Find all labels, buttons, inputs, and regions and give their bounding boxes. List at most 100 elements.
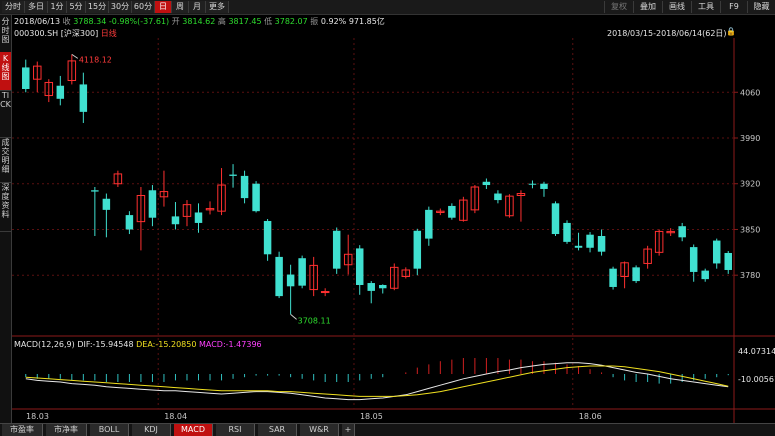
- candle-body: [125, 215, 134, 230]
- x-tick-label: 18.05: [360, 412, 383, 421]
- symbol-code: 000300.SH: [14, 29, 59, 38]
- max-marker: [71, 53, 79, 59]
- toolbar-button[interactable]: 复权: [604, 1, 633, 13]
- amp-label: 振: [310, 17, 319, 26]
- left-view-tabs: 分时图 K线图 TICK 成交明细 深度资料: [0, 15, 12, 423]
- candle-body: [332, 230, 341, 269]
- candle-body: [252, 183, 260, 212]
- y-tick-label: 3780: [740, 271, 760, 280]
- candle-body: [632, 267, 640, 282]
- candlestick-chart: 4060 3990 3920 3850 3780 18.03 18.04 18.05 18.06…: [12, 38, 775, 423]
- candle-body: [724, 252, 732, 270]
- indicator-tab[interactable]: KDJ: [132, 424, 171, 436]
- candle-body: [448, 205, 456, 218]
- period-button[interactable]: 15分: [86, 1, 109, 13]
- candle-body: [367, 283, 375, 291]
- period-button[interactable]: 分时: [2, 1, 25, 13]
- period-button[interactable]: 1分: [48, 1, 67, 13]
- macd-value: MACD:-1.47396: [198, 340, 262, 349]
- x-tick-label: 18.04: [164, 412, 187, 421]
- left-tab[interactable]: 分时图: [0, 15, 11, 54]
- quote-date: 2018/06/13: [14, 17, 61, 26]
- indicator-tab[interactable]: 市净率: [46, 424, 87, 436]
- candle-body: [609, 268, 617, 287]
- min-marker: [290, 314, 297, 320]
- indicator-tabs: 市盈率 市净率 BOLL KDJ MACD RSI SAR W&R +: [0, 423, 775, 436]
- max-price-label: 4118.12: [79, 55, 112, 64]
- candle-body: [102, 198, 111, 210]
- candle-body: [79, 84, 88, 112]
- left-tab[interactable]: TICK: [0, 89, 11, 138]
- indicator-tab[interactable]: MACD: [174, 424, 213, 436]
- indicator-tab[interactable]: RSI: [216, 424, 255, 436]
- candle-body: [275, 256, 283, 297]
- dif-line: [25, 362, 729, 401]
- indicator-tab[interactable]: BOLL: [90, 424, 129, 436]
- period-toolbar: 分时 多日 1分 5分 15分 30分 60分日周月更多 复权 叠加 画线 工具 F9 隐藏: [0, 0, 775, 15]
- left-tab[interactable]: K线图: [0, 52, 11, 91]
- macd-legend: MACD(12,26,9) DIF:-15.94548 DEA:-15.2085…: [14, 340, 262, 349]
- macd-axis-mid: -10.00561: [738, 375, 775, 384]
- candle-body: [551, 203, 560, 235]
- candle-body: [413, 230, 422, 269]
- x-tick-label: 18.03: [26, 412, 49, 421]
- period-button[interactable]: 60分: [132, 1, 155, 13]
- symbol-name: [沪深300]: [60, 29, 99, 38]
- period-button[interactable]: 更多: [206, 1, 229, 13]
- candle-body: [689, 247, 698, 272]
- y-tick-label: 3990: [740, 134, 760, 143]
- y-tick-label: 3850: [740, 225, 760, 234]
- candle-body: [320, 291, 330, 294]
- period-button[interactable]: 5分: [67, 1, 86, 13]
- candle-body: [194, 212, 203, 223]
- close-value: 3788.34: [73, 17, 107, 26]
- candle-body: [229, 174, 237, 176]
- macd-axis-top: 44.07314: [738, 347, 775, 356]
- symbol-period: 日线: [100, 29, 117, 38]
- lock-icon[interactable]: 🔒: [726, 27, 736, 36]
- change-value: -0.98%(-37.61): [108, 17, 170, 26]
- period-button[interactable]: 周: [172, 1, 189, 13]
- candle-body: [712, 240, 721, 264]
- candle-body: [263, 220, 272, 255]
- candle-body: [425, 209, 433, 239]
- x-tick-label: 18.06: [579, 412, 602, 421]
- high-value: 3817.45: [228, 17, 262, 26]
- candle-body: [22, 67, 30, 89]
- toolbar-button[interactable]: 画线: [662, 1, 691, 13]
- period-button[interactable]: 日: [155, 1, 172, 13]
- period-button[interactable]: 多日: [25, 1, 48, 13]
- amp-value: 0.92%: [320, 17, 347, 26]
- candle-body: [586, 234, 594, 248]
- left-tab[interactable]: 深度资料: [0, 181, 11, 232]
- high-label: 高: [217, 17, 226, 26]
- candle-body: [355, 248, 364, 285]
- close-label: 收: [62, 17, 71, 26]
- period-button[interactable]: 月: [189, 1, 206, 13]
- y-tick-label: 4060: [740, 88, 760, 97]
- min-price-label: 3708.11: [298, 316, 331, 325]
- period-button[interactable]: 30分: [109, 1, 132, 13]
- macd-dif: DIF:-15.94548: [77, 340, 134, 349]
- add-indicator-button[interactable]: +: [342, 424, 355, 436]
- candle-body: [678, 226, 686, 238]
- candle-body: [286, 274, 295, 287]
- toolbar-button[interactable]: 隐藏: [747, 1, 775, 13]
- indicator-tab[interactable]: SAR: [258, 424, 297, 436]
- open-label: 开: [171, 17, 180, 26]
- candle-body: [56, 85, 65, 99]
- toolbar-button[interactable]: 工具: [691, 1, 720, 13]
- volume-value: 971.85亿: [348, 17, 385, 26]
- low-value: 3782.07: [274, 17, 308, 26]
- dea-line: [25, 365, 729, 397]
- candle-body: [171, 216, 180, 225]
- candle-body: [379, 285, 387, 289]
- left-tab[interactable]: 成交明细: [0, 136, 11, 183]
- candle-body: [574, 245, 583, 248]
- toolbar-button[interactable]: F9: [720, 1, 747, 13]
- indicator-tab[interactable]: 市盈率: [2, 424, 43, 436]
- candle-body: [597, 236, 606, 252]
- indicator-tab[interactable]: W&R: [300, 424, 339, 436]
- candle-body: [528, 183, 537, 185]
- toolbar-button[interactable]: 叠加: [633, 1, 662, 13]
